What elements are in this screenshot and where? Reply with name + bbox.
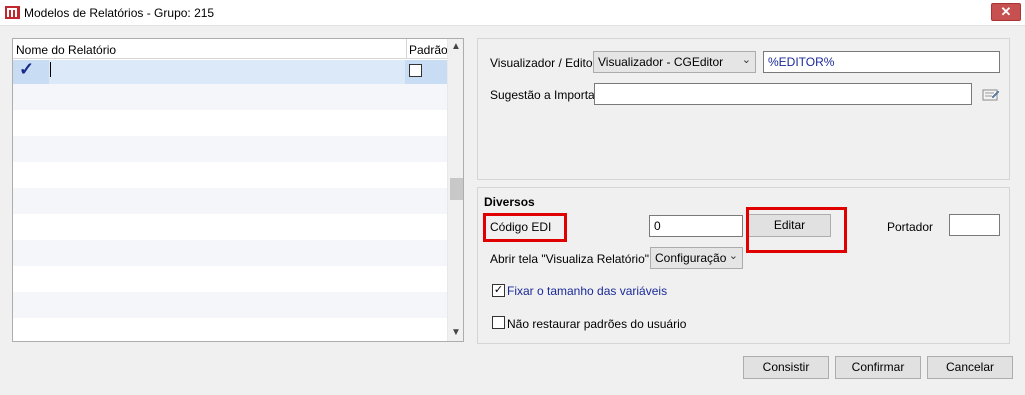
codigo-edi-field[interactable]: 0 [649,215,743,237]
consistir-button[interactable]: Consistir [743,356,829,379]
app-logo-icon [5,6,20,19]
browse-edit-icon[interactable] [982,87,1000,102]
column-header-padrao[interactable]: Padrão [409,43,448,57]
table-row[interactable] [13,136,447,162]
table-row[interactable] [13,266,447,292]
text-cursor [50,62,51,77]
abrir-tela-select-value: Configuração [655,251,727,265]
editor-field[interactable]: %EDITOR% [763,51,1000,73]
table-row[interactable] [13,318,447,341]
grid-header: Nome do Relatório Padrão [13,39,448,59]
table-row[interactable] [13,162,447,188]
portador-field[interactable] [949,214,1000,236]
chevron-down-icon: ⌄ [741,54,751,66]
column-divider[interactable] [406,39,407,59]
scroll-down-icon[interactable]: ▼ [448,325,463,341]
viewer-select-value: Visualizador - CGEditor [598,55,724,69]
abrir-tela-label: Abrir tela "Visualiza Relatório" [490,252,650,266]
table-row[interactable] [13,84,447,110]
chevron-down-icon: ⌄ [728,250,738,262]
row-checkmark-icon: ✓ [19,59,35,79]
report-name-cell[interactable] [49,60,405,84]
fixar-checkbox[interactable]: ✓ [492,284,505,297]
table-row[interactable] [13,214,447,240]
table-row[interactable] [13,110,447,136]
nao-restaurar-checkbox[interactable] [492,316,505,329]
scroll-up-icon[interactable]: ▲ [448,39,463,55]
scroll-thumb[interactable] [450,178,463,200]
portador-label: Portador [887,220,934,234]
viewer-label: Visualizador / Editor [490,56,597,70]
table-row[interactable] [13,188,447,214]
abrir-tela-select[interactable]: Configuração ⌄ [650,247,743,269]
highlight-box-editar [746,207,847,253]
table-row[interactable] [13,292,447,318]
close-button[interactable]: ✕ [991,3,1021,21]
cancelar-button[interactable]: Cancelar [927,356,1013,379]
table-row[interactable] [13,240,447,266]
reports-grid[interactable]: Nome do Relatório Padrão ✓ ▲ ▼ [12,38,464,342]
padrao-checkbox[interactable] [409,64,422,77]
diversos-title: Diversos [484,195,535,209]
window-title: Modelos de Relatórios - Grupo: 215 [24,6,215,20]
grid-rows: ✓ [13,59,447,341]
vertical-scrollbar[interactable]: ▲ ▼ [447,39,463,341]
fixar-label[interactable]: Fixar o tamanho das variáveis [507,284,667,298]
title-bar: Modelos de Relatórios - Grupo: 215 ✕ [0,0,1025,26]
suggestion-field[interactable] [594,83,972,105]
nao-restaurar-label[interactable]: Não restaurar padrões do usuário [507,317,686,331]
highlight-box-codigo-edi [483,213,567,242]
table-row-selected[interactable]: ✓ [13,59,447,84]
viewer-select[interactable]: Visualizador - CGEditor ⌄ [593,51,756,73]
confirmar-button[interactable]: Confirmar [835,356,921,379]
column-header-name[interactable]: Nome do Relatório [16,43,116,57]
suggestion-label: Sugestão a Importar [490,88,599,102]
